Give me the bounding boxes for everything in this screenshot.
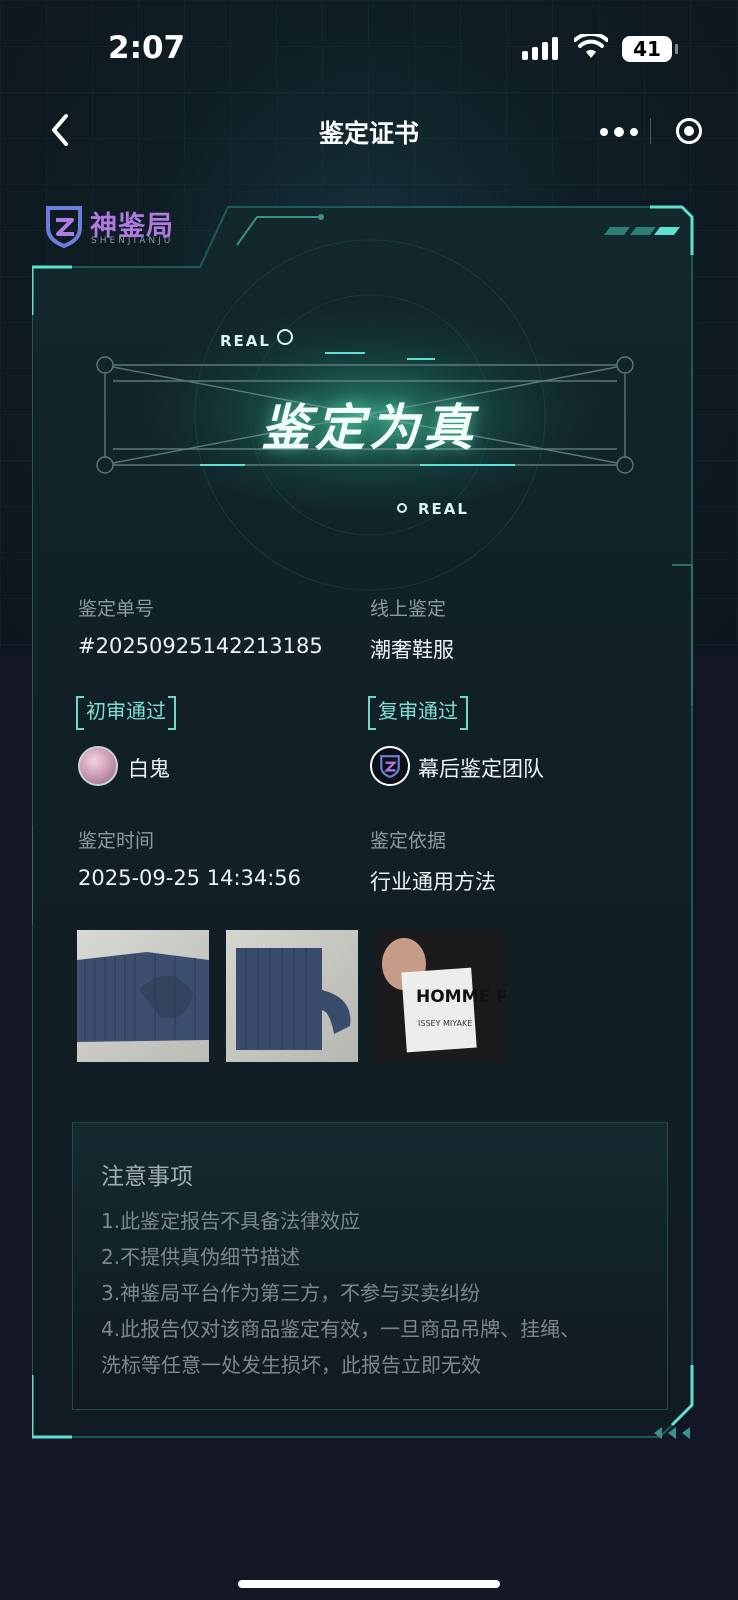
- close-target-icon[interactable]: [676, 118, 702, 144]
- notice-item: 洗标等任意一处发生损坏，此报告立即无效: [101, 1353, 481, 1377]
- label-sub-text: ISSEY MIYAKE: [418, 1019, 472, 1028]
- real-tag-bottom: REAL: [418, 500, 469, 518]
- brand-logo: 神鉴局 SHENJIANJU: [44, 204, 194, 250]
- brand-name-en: SHENJIANJU: [91, 236, 174, 246]
- second-review-badge: 复审通过: [368, 696, 468, 730]
- notice-item: 1.此鉴定报告不具备法律效应: [101, 1209, 361, 1233]
- garment-image: [77, 952, 209, 1042]
- appraisal-time-value: 2025-09-25 14:34:56: [78, 866, 302, 890]
- cellular-signal-icon: [522, 36, 558, 60]
- order-number-label: 鉴定单号: [78, 598, 155, 620]
- appraisal-time-label: 鉴定时间: [78, 830, 155, 852]
- first-review-badge: 初审通过: [76, 696, 176, 730]
- appraisal-type-label: 线上鉴定: [370, 598, 447, 620]
- first-reviewer-name: 白鬼: [128, 757, 170, 781]
- notice-title: 注意事项: [101, 1164, 193, 1190]
- more-icon[interactable]: [600, 127, 638, 137]
- second-reviewer-name: 幕后鉴定团队: [418, 757, 544, 781]
- shield-logo-icon: [46, 206, 82, 249]
- battery-icon: 41: [622, 36, 678, 62]
- first-reviewer-avatar: [78, 746, 118, 786]
- order-number-value: #20250925142213185: [78, 634, 323, 658]
- label-brand-text: HOMME PLISSÉ: [416, 985, 506, 1007]
- product-photo-3[interactable]: HOMME PLISSÉ ISSEY MIYAKE: [374, 930, 506, 1062]
- notice-item: 2.不提供真伪细节描述: [101, 1245, 301, 1269]
- appraisal-basis-value: 行业通用方法: [370, 870, 496, 894]
- home-indicator[interactable]: [238, 1580, 500, 1588]
- product-photo-2[interactable]: [226, 930, 358, 1062]
- notice-item: 3.神鉴局平台作为第三方，不参与买卖纠纷: [101, 1281, 481, 1305]
- capsule-divider: [650, 118, 651, 144]
- garment-image: [236, 948, 351, 1050]
- appraisal-type-value: 潮奢鞋服: [370, 638, 454, 662]
- appraisal-basis-label: 鉴定依据: [370, 830, 447, 852]
- status-time: 2:07: [108, 30, 186, 66]
- status-bar: 2:07 41: [0, 0, 738, 100]
- team-logo-icon: [380, 755, 400, 778]
- notice-item: 4.此报告仅对该商品鉴定有效，一旦商品吊牌、挂绳、: [101, 1317, 581, 1341]
- verdict-text: 鉴定为真: [261, 399, 477, 457]
- label-image: HOMME PLISSÉ ISSEY MIYAKE: [382, 938, 506, 1053]
- notice-panel: 注意事项 1.此鉴定报告不具备法律效应 2.不提供真伪细节描述 3.神鉴局平台作…: [72, 1122, 668, 1410]
- second-reviewer-avatar: [370, 746, 410, 786]
- mini-program-capsule: [582, 106, 720, 156]
- wifi-icon: [574, 34, 608, 58]
- real-tag-top: REAL: [220, 332, 271, 350]
- product-photo-1[interactable]: [77, 930, 209, 1062]
